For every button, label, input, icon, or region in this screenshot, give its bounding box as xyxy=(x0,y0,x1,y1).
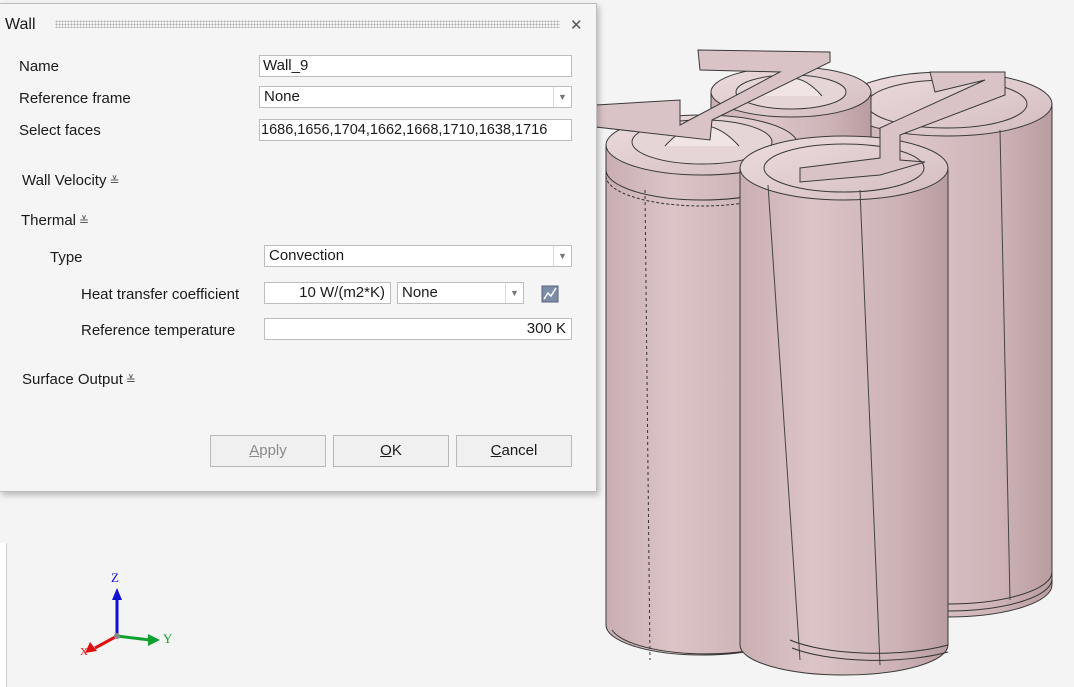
chevron-down-icon[interactable]: ▼ xyxy=(553,87,571,107)
surface-output-section[interactable]: Surface Output ≚ xyxy=(22,371,136,388)
ok-button[interactable]: OK xyxy=(333,435,449,467)
htc-input[interactable]: 10 W/(m2*K) xyxy=(264,282,391,304)
select-faces-input[interactable]: 1686,1656,1704,1662,1668,1710,1638,1716 xyxy=(259,119,572,141)
curve-editor-icon[interactable] xyxy=(541,284,559,304)
close-icon[interactable]: ✕ xyxy=(570,16,583,34)
wall-dialog: Wall ✕ Name Wall_9 Reference frame None … xyxy=(0,3,597,492)
wall-velocity-section[interactable]: Wall Velocity ≚ xyxy=(22,172,120,189)
reference-frame-label: Reference frame xyxy=(19,90,131,107)
cancel-mnemonic: C xyxy=(490,442,502,459)
axis-y-label: Y xyxy=(163,631,173,646)
select-faces-label: Select faces xyxy=(19,122,101,139)
apply-label: pply xyxy=(259,442,287,459)
reference-frame-value: None xyxy=(264,88,300,105)
cancel-button[interactable]: Cancel xyxy=(456,435,572,467)
apply-mnemonic: A xyxy=(249,442,260,459)
wall-velocity-label: Wall Velocity xyxy=(22,172,107,189)
thermal-label: Thermal xyxy=(21,212,77,229)
apply-button[interactable]: Apply xyxy=(210,435,326,467)
dialog-title: Wall xyxy=(5,16,36,33)
expand-chevron-icon[interactable]: ≚ xyxy=(126,373,136,387)
htc-label: Heat transfer coefficient xyxy=(81,286,240,303)
thermal-section[interactable]: Thermal ≚ xyxy=(21,212,89,229)
name-label: Name xyxy=(19,58,60,75)
type-value: Convection xyxy=(269,247,345,264)
left-panel-edge xyxy=(0,543,7,687)
reference-frame-select[interactable]: None ▼ xyxy=(259,86,572,108)
type-select[interactable]: Convection ▼ xyxy=(264,245,572,267)
chevron-down-icon[interactable]: ▼ xyxy=(553,246,571,266)
ok-label: K xyxy=(391,442,402,459)
type-label: Type xyxy=(50,249,83,266)
reference-temperature-label: Reference temperature xyxy=(81,322,236,339)
expand-chevron-icon[interactable]: ≚ xyxy=(79,214,89,228)
surface-output-label: Surface Output xyxy=(22,371,123,388)
expand-chevron-icon[interactable]: ≚ xyxy=(109,174,119,188)
ok-mnemonic: O xyxy=(380,442,392,459)
htc-curve-value: None xyxy=(402,284,438,301)
axis-x-label: X xyxy=(80,646,88,658)
dialog-titlebar[interactable]: Wall ✕ xyxy=(0,4,596,44)
cancel-label: ancel xyxy=(501,442,538,459)
name-input[interactable]: Wall_9 xyxy=(259,55,572,77)
drag-grip[interactable] xyxy=(55,20,560,28)
htc-curve-select[interactable]: None ▼ xyxy=(397,282,524,304)
reference-temperature-input[interactable]: 300 K xyxy=(264,318,572,340)
chevron-down-icon[interactable]: ▼ xyxy=(505,283,523,303)
axis-z-label: Z xyxy=(111,570,119,585)
